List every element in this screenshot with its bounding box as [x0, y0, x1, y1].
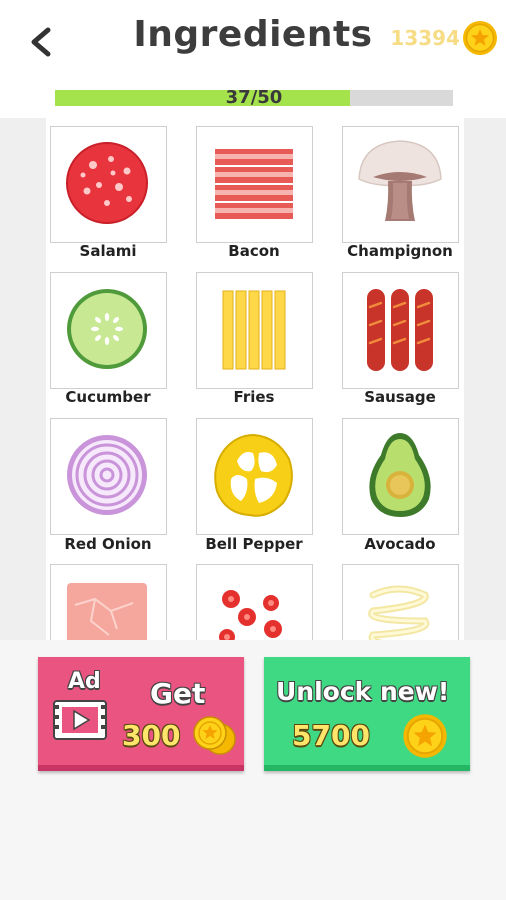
unlock-label: Unlock new! — [276, 677, 450, 706]
ingredient-card-red-onion[interactable] — [50, 418, 167, 535]
salami-icon — [66, 142, 148, 224]
unlock-new-button[interactable]: Unlock new! 5700 — [264, 657, 470, 771]
bell-pepper-icon — [214, 433, 293, 517]
ingredient-card-mayo[interactable] — [342, 564, 459, 640]
mayo-icon — [368, 585, 430, 640]
champignon-icon — [358, 140, 442, 221]
red-onion-icon — [67, 435, 147, 515]
ham-icon — [67, 583, 147, 640]
bacon-icon — [215, 149, 293, 219]
ingredient-card-tomato[interactable] — [196, 564, 313, 640]
tomato-icon — [219, 590, 282, 640]
reward-amount: 300 — [122, 719, 181, 752]
ingredient-card-salami[interactable] — [50, 126, 167, 243]
ingredient-label: Sausage — [364, 388, 436, 406]
ingredient-card-bacon[interactable] — [196, 126, 313, 243]
sausage-icon — [367, 289, 433, 371]
ingredient-card-ham[interactable] — [50, 564, 167, 640]
coin-star-icon — [463, 21, 497, 55]
coin-balance: 13394 — [390, 20, 498, 56]
header: Ingredients 13394 37/50 — [0, 0, 506, 118]
progress-bar: 37/50 — [55, 87, 453, 108]
coin-count: 13394 — [390, 26, 460, 50]
avocado-icon — [369, 433, 431, 517]
cucumber-icon — [67, 289, 147, 369]
coin-stack-icon — [193, 716, 236, 755]
ingredient-card-fries[interactable] — [196, 272, 313, 389]
ingredient-card-avocado[interactable] — [342, 418, 459, 535]
ingredient-label: Bacon — [228, 242, 280, 260]
unlock-price: 5700 — [292, 719, 370, 752]
progress-text: 37/50 — [225, 87, 283, 108]
ingredient-grid[interactable]: Salami Bacon Champignon Cucumber Fries S… — [0, 118, 506, 640]
watch-ad-button[interactable]: Ad Get 300 — [38, 657, 244, 771]
ad-label: Ad — [68, 669, 101, 694]
ingredient-card-bell-pepper[interactable] — [196, 418, 313, 535]
ingredient-card-champignon[interactable] — [342, 126, 459, 243]
ingredient-label: Avocado — [364, 535, 436, 553]
ingredient-label: Fries — [233, 388, 275, 406]
fries-icon — [222, 290, 286, 370]
ingredient-label: Salami — [79, 242, 137, 260]
ingredient-card-cucumber[interactable] — [50, 272, 167, 389]
video-film-icon — [53, 700, 107, 740]
ingredient-label: Cucumber — [65, 388, 151, 406]
coin-star-icon — [403, 714, 447, 758]
ingredient-label: Bell Pepper — [205, 535, 303, 553]
get-label: Get — [150, 677, 206, 710]
ingredient-label: Red Onion — [64, 535, 152, 553]
ingredient-label: Champignon — [347, 242, 453, 260]
ingredient-card-sausage[interactable] — [342, 272, 459, 389]
